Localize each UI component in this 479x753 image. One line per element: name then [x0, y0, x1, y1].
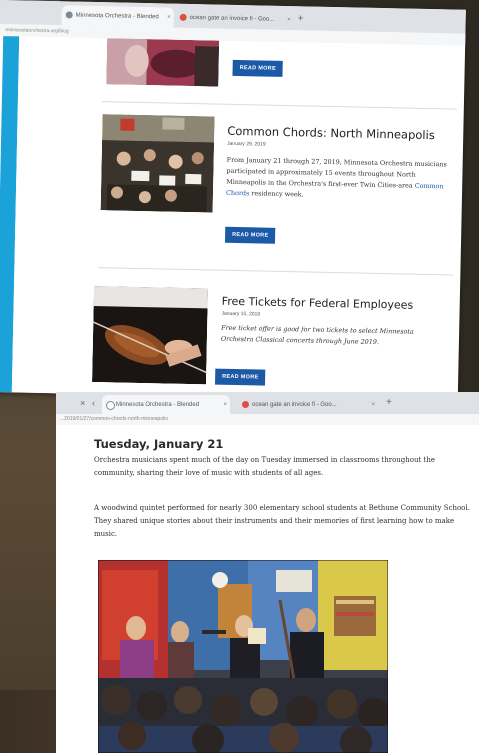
tab-bar: × ‹ Minnesota Orchestra - Blended × ocea… — [56, 392, 479, 415]
google-icon — [242, 401, 249, 408]
back-arrow-icon[interactable]: ‹ — [92, 398, 95, 408]
close-tab-icon[interactable]: × — [287, 10, 291, 30]
screen-top: Minnesota Orchestra - Blended × ocean ga… — [0, 0, 466, 402]
post-title[interactable]: Common Chords: North Minneapolis — [227, 124, 435, 142]
read-more-button[interactable]: READ MORE — [224, 226, 276, 244]
read-more-button[interactable]: READ MORE — [214, 368, 266, 386]
tab-minnesota-orchestra[interactable]: Minnesota Orchestra - Blended × — [102, 395, 230, 415]
tab-google-search[interactable]: ocean gate an invoice fi - Goo... × — [238, 395, 378, 415]
tab-label: Minnesota Orchestra - Blended — [75, 12, 159, 21]
article-paragraph: A woodwind quintet performed for nearly … — [94, 504, 470, 538]
post-date: January 29, 2019 — [226, 140, 266, 148]
sidebar — [11, 36, 100, 395]
read-more-button[interactable]: READ MORE — [232, 59, 284, 77]
post-thumbnail[interactable] — [92, 286, 209, 385]
section-heading: Tuesday, January 21 — [94, 437, 224, 451]
tab-label: Minnesota Orchestra - Blended — [116, 402, 200, 408]
tab-label: ocean gate an invoice fi - Goo... — [252, 402, 337, 408]
post-thumbnail[interactable] — [100, 114, 215, 213]
post-date: January 15, 2019 — [221, 310, 261, 318]
close-tab-icon[interactable]: × — [80, 398, 85, 408]
close-tab-icon[interactable]: × — [167, 8, 171, 28]
post-excerpt: From January 21 through 27, 2019, Minnes… — [225, 155, 447, 199]
reload-icon — [106, 401, 115, 410]
google-icon — [179, 13, 187, 21]
screen-bottom: × ‹ Minnesota Orchestra - Blended × ocea… — [56, 392, 479, 753]
post-title[interactable]: Free Tickets for Federal Employees — [222, 295, 414, 312]
new-tab-button[interactable]: + — [298, 12, 304, 26]
post-thumbnail[interactable] — [106, 38, 220, 87]
tab-google-search[interactable]: ocean gate an invoice fi - Goo... × — [175, 8, 293, 30]
post-divider — [101, 101, 457, 110]
article-paragraph: Orchestra musicians spent much of the da… — [94, 456, 436, 477]
tab-minnesota-orchestra[interactable]: Minnesota Orchestra - Blended × — [61, 5, 174, 28]
favicon-icon — [65, 11, 73, 19]
address-bar[interactable]: ...2019/01/27/common-chords-north-minnea… — [56, 414, 479, 425]
tab-label: ocean gate an invoice fi - Goo... — [189, 14, 275, 23]
post-excerpt: Free ticket offer is good for two ticket… — [220, 323, 414, 347]
new-tab-button[interactable]: + — [386, 396, 392, 410]
close-tab-icon[interactable]: × — [223, 395, 227, 415]
post-divider — [98, 267, 454, 276]
close-tab-icon[interactable]: × — [371, 395, 375, 415]
article-photo — [98, 560, 388, 753]
